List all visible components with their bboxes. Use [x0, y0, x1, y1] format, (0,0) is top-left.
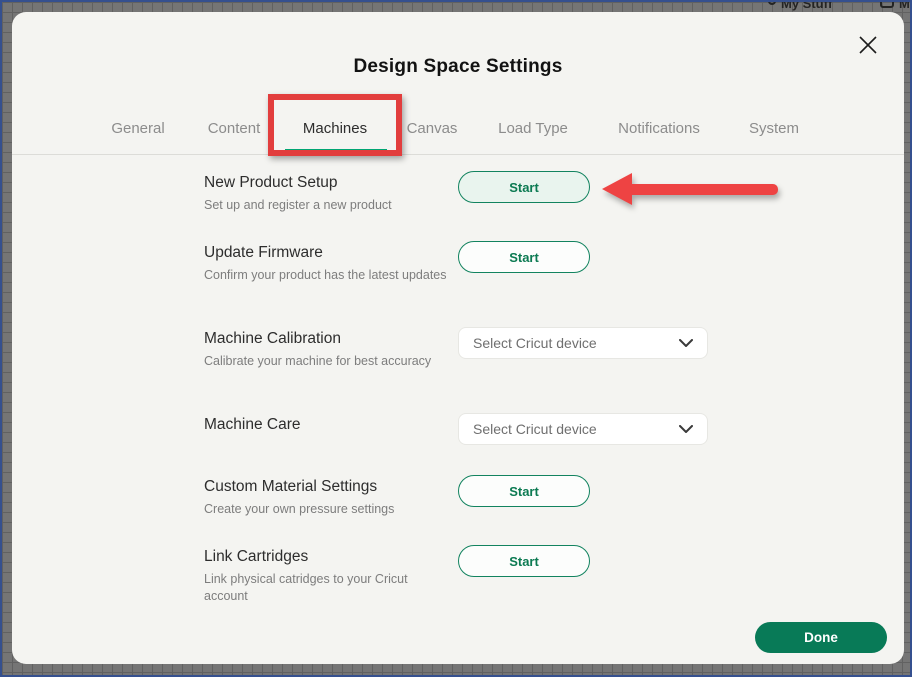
clipped-header-item: Ma [880, 2, 912, 11]
machine-calibration-device-select[interactable]: Select Cricut device [458, 327, 708, 359]
tab-canvas[interactable]: Canvas [407, 120, 458, 137]
row-title: Machine Calibration [204, 330, 452, 348]
tab-machines[interactable]: Machines [303, 120, 367, 137]
done-button[interactable]: Done [755, 622, 887, 653]
row-subtitle: Create your own pressure settings [204, 501, 452, 518]
update-firmware-start-button[interactable]: Start [458, 241, 590, 273]
row-subtitle: Set up and register a new product [204, 197, 452, 214]
new-product-setup-start-button[interactable]: Start [458, 171, 590, 203]
tab-system[interactable]: System [749, 120, 799, 137]
design-space-settings-modal: Design Space Settings General Content Ma… [12, 12, 904, 664]
tabs-divider [12, 154, 904, 155]
app-window: My Stuff Ma Design Space Settings Genera… [0, 0, 912, 677]
modal-title: Design Space Settings [12, 56, 904, 78]
chevron-down-icon [679, 425, 693, 434]
settings-tab-bar: General Content Machines Canvas Load Typ… [12, 120, 904, 146]
dimmed-backdrop-header: My Stuff Ma [2, 2, 912, 12]
tab-notifications[interactable]: Notifications [618, 120, 700, 137]
close-icon [858, 43, 878, 58]
my-stuff-header-item: My Stuff [768, 2, 832, 11]
row-title: Link Cartridges [204, 548, 452, 566]
select-value: Select Cricut device [473, 335, 679, 351]
active-tab-underline [285, 149, 387, 152]
row-subtitle: Confirm your product has the latest upda… [204, 267, 452, 284]
custom-material-settings-start-button[interactable]: Start [458, 475, 590, 507]
row-title: Custom Material Settings [204, 478, 452, 496]
tab-general[interactable]: General [111, 120, 164, 137]
tab-content[interactable]: Content [208, 120, 261, 137]
close-button[interactable] [856, 34, 880, 58]
row-subtitle: Calibrate your machine for best accuracy [204, 353, 452, 370]
select-value: Select Cricut device [473, 421, 679, 437]
machine-care-device-select[interactable]: Select Cricut device [458, 413, 708, 445]
my-stuff-label: My Stuff [781, 2, 832, 11]
projects-icon [880, 2, 894, 8]
row-title: Machine Care [204, 416, 452, 434]
chevron-down-icon [679, 339, 693, 348]
row-subtitle: Link physical catridges to your Cricut a… [204, 571, 452, 604]
tab-load-type[interactable]: Load Type [498, 120, 568, 137]
link-cartridges-start-button[interactable]: Start [458, 545, 590, 577]
profile-icon [768, 2, 776, 5]
row-title: New Product Setup [204, 174, 452, 192]
clipped-header-label: Ma [899, 2, 912, 11]
row-title: Update Firmware [204, 244, 452, 262]
